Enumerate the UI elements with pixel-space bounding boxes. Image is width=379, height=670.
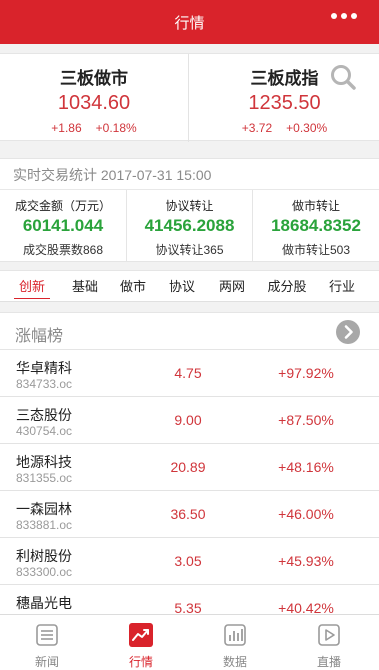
stock-code: 834733.oc	[16, 377, 73, 391]
index-panel: 三板做市 1034.60 +1.86 +0.18% 三板成指 1235.50 +3…	[0, 53, 379, 142]
stock-row[interactable]: 华卓精科 834733.oc 4.75 +97.92%	[0, 350, 379, 397]
live-play-icon	[318, 624, 340, 646]
index-change-percent: +0.30%	[286, 121, 328, 135]
page-title: 行情	[174, 15, 205, 32]
tabbar-label: 新闻	[34, 655, 59, 669]
stock-name: 一森园林	[16, 501, 72, 517]
app-header: 行情	[0, 0, 379, 44]
tab-market-making[interactable]: 做市	[118, 271, 148, 302]
stat-value: 18684.8352	[271, 216, 361, 235]
tabbar-label: 数据	[222, 655, 247, 669]
tab-innovation[interactable]: 创新	[14, 271, 50, 302]
tab-basic[interactable]: 基础	[70, 271, 100, 302]
stock-row[interactable]: 三态股份 430754.oc 9.00 +87.50%	[0, 397, 379, 444]
stock-code: 833881.oc	[16, 518, 73, 532]
stat-value: 41456.2088	[144, 216, 235, 235]
stat-market-making-transfer: 做市转让 18684.8352 做市转让503	[252, 190, 379, 262]
stock-row[interactable]: 利树股份 833300.oc 3.05 +45.93%	[0, 538, 379, 585]
trade-stats-header: 实时交易统计 2017-07-31 15:00	[0, 158, 379, 190]
stock-price: 4.75	[174, 365, 202, 381]
tab-two-networks[interactable]: 两网	[217, 271, 247, 302]
index-value: 1034.60	[57, 92, 131, 114]
stat-subtext: 协议转让365	[155, 243, 224, 257]
bottom-tab-bar: 新闻 行情 数据 直播	[0, 614, 379, 670]
stock-change-percent: +97.92%	[278, 365, 334, 381]
stock-name: 穗晶光电	[16, 595, 72, 611]
stock-name: 地源科技	[16, 454, 72, 470]
tabbar-label: 行情	[128, 655, 153, 669]
stock-change-percent: +48.16%	[278, 459, 334, 475]
stat-subtext: 做市转让503	[281, 243, 351, 257]
stat-label: 成交金额（万元）	[14, 199, 111, 213]
stock-price: 9.00	[174, 412, 202, 428]
stock-row[interactable]: 一森园林 833881.oc 36.50 +46.00%	[0, 491, 379, 538]
index-name: 三板做市	[60, 69, 128, 88]
tabbar-data[interactable]: 数据	[188, 615, 282, 670]
tabbar-live[interactable]: 直播	[282, 615, 376, 670]
stock-change-percent: +87.50%	[278, 412, 334, 428]
stock-code: 833300.oc	[16, 565, 73, 579]
index-value: 1235.50	[248, 92, 321, 114]
stat-agreement-transfer: 协议转让 41456.2088 协议转让365	[126, 190, 252, 262]
tabbar-news[interactable]: 新闻	[0, 615, 94, 670]
market-trend-icon	[129, 623, 153, 647]
index-change-points: +3.72	[241, 121, 273, 135]
more-menu-icon[interactable]	[331, 13, 357, 19]
stock-price: 3.05	[174, 553, 202, 569]
stock-price: 36.50	[170, 506, 206, 522]
stat-label: 做市转让	[291, 199, 340, 213]
gainers-title: 涨幅榜	[15, 328, 64, 345]
trade-stats-title: 实时交易统计 2017-07-31 15:00	[13, 167, 212, 183]
index-change: +1.86 +0.18%	[0, 121, 188, 135]
stock-name: 华卓精科	[16, 360, 72, 376]
stock-code: 430754.oc	[16, 424, 73, 438]
tabbar-market[interactable]: 行情	[94, 615, 188, 670]
index-card-market-making[interactable]: 三板做市 1034.60 +1.86 +0.18%	[0, 54, 189, 142]
stock-name: 利树股份	[16, 548, 72, 564]
stock-change-percent: +45.93%	[278, 553, 334, 569]
stat-value: 60141.044	[22, 216, 104, 235]
index-change-percent: +0.18%	[95, 121, 137, 135]
tab-agreement[interactable]: 协议	[167, 271, 197, 302]
stock-name: 三态股份	[16, 407, 72, 423]
stat-label: 协议转让	[165, 199, 214, 213]
data-chart-icon	[224, 624, 246, 646]
tab-industry[interactable]: 行业	[327, 271, 357, 302]
stock-code: 831355.oc	[16, 471, 73, 485]
index-change-points: +1.86	[51, 121, 82, 135]
search-icon[interactable]	[330, 64, 356, 90]
gainers-list: 华卓精科 834733.oc 4.75 +97.92% 三态股份 430754.…	[0, 350, 379, 620]
stock-row[interactable]: 地源科技 831355.oc 20.89 +48.16%	[0, 444, 379, 491]
category-tabs: 创新 基础 做市 协议 两网 成分股 行业	[0, 270, 379, 302]
gainers-header[interactable]: 涨幅榜	[0, 312, 379, 350]
news-icon	[36, 624, 58, 646]
stat-subtext: 成交股票数868	[22, 243, 104, 257]
trade-stats: 成交金额（万元） 60141.044 成交股票数868 协议转让 41456.2…	[0, 190, 379, 262]
tab-constituents[interactable]: 成分股	[265, 271, 309, 302]
index-change: +3.72 +0.30%	[190, 121, 379, 135]
chevron-right-icon[interactable]	[336, 320, 360, 344]
stock-price: 20.89	[170, 459, 206, 475]
stock-change-percent: +46.00%	[278, 506, 334, 522]
tabbar-label: 直播	[316, 655, 341, 669]
stat-total-amount: 成交金额（万元） 60141.044 成交股票数868	[0, 190, 126, 262]
